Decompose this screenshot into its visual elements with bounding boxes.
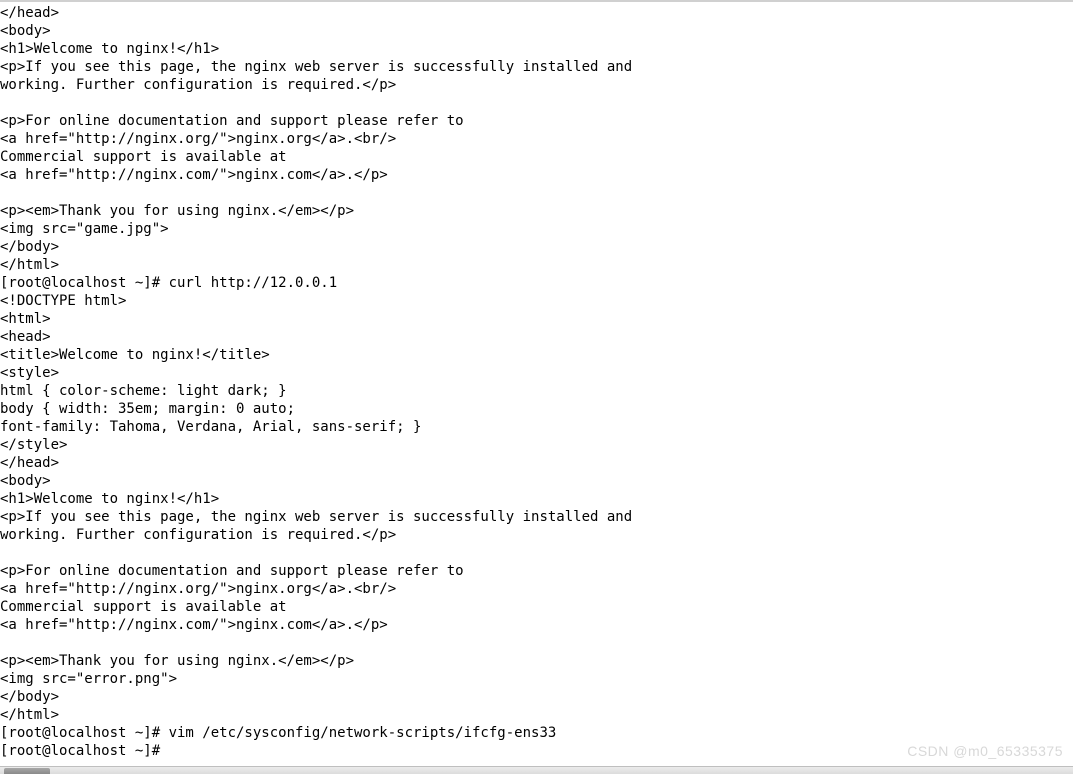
window-corner-handle <box>4 768 50 774</box>
window-bottom-bar <box>0 766 1073 774</box>
terminal-output[interactable]: </head> <body> <h1>Welcome to nginx!</h1… <box>0 2 1073 760</box>
watermark-text: CSDN @m0_65335375 <box>907 742 1063 760</box>
